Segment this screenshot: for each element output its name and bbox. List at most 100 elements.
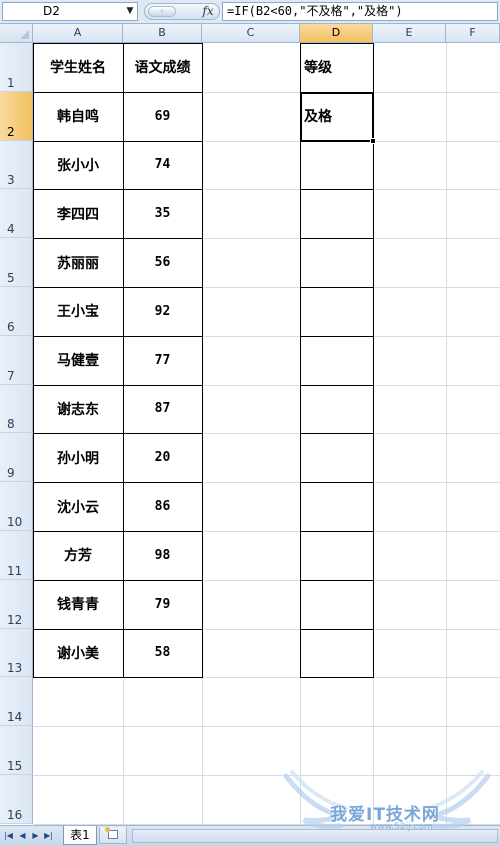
horizontal-scrollbar[interactable] (132, 829, 498, 843)
selected-cell-d2[interactable] (300, 91, 374, 142)
insert-function-icon[interactable]: fx (199, 3, 217, 20)
next-sheet-icon[interactable]: ▶ (30, 830, 41, 842)
sheet-tab-active[interactable]: 表1 (63, 826, 97, 845)
prev-sheet-icon[interactable]: ◀ (17, 830, 28, 842)
gridline-horizontal (33, 726, 500, 728)
row-header-16[interactable]: 16 (0, 775, 33, 824)
score-cell[interactable]: 74 (123, 141, 202, 190)
row-number: 11 (7, 563, 23, 578)
grade-cell[interactable] (300, 238, 373, 287)
dots-icon: ◦ (148, 6, 176, 17)
student-name-cell[interactable]: 方芳 (33, 531, 123, 580)
column-header-d[interactable]: D (300, 24, 373, 43)
name-box[interactable]: D2 ▼ (2, 2, 138, 21)
student-name-cell[interactable]: 张小小 (33, 141, 123, 190)
row-number: 13 (7, 661, 23, 676)
column-header-a[interactable]: A (33, 24, 123, 43)
score-cell[interactable]: 87 (123, 385, 202, 434)
row-number: 9 (7, 466, 15, 481)
row-header-5[interactable]: 5 (0, 238, 33, 287)
score-cell[interactable]: 69 (123, 92, 202, 141)
grade-cell[interactable] (300, 531, 373, 580)
gridline-horizontal (33, 677, 500, 679)
row-number: 16 (7, 807, 23, 822)
column-header-c[interactable]: C (202, 24, 300, 43)
row-number: 7 (7, 368, 15, 383)
grade-cell[interactable] (300, 580, 373, 629)
score-cell[interactable]: 35 (123, 189, 202, 238)
row-header-7[interactable]: 7 (0, 335, 33, 385)
select-all-corner[interactable] (0, 24, 33, 43)
insert-sheet-button[interactable] (99, 827, 127, 844)
student-name-cell[interactable]: 谢志东 (33, 385, 123, 434)
student-name-cell[interactable]: 孙小明 (33, 433, 123, 482)
header-student-name[interactable]: 学生姓名 (33, 43, 123, 92)
row-header-8[interactable]: 8 (0, 384, 33, 434)
student-name-cell[interactable]: 沈小云 (33, 482, 123, 531)
student-name-cell[interactable]: 王小宝 (33, 287, 123, 336)
new-sheet-icon (105, 827, 118, 839)
student-name-cell[interactable]: 马健壹 (33, 336, 123, 385)
grade-cell[interactable] (300, 629, 373, 678)
grade-cell[interactable] (300, 336, 373, 385)
row-number: 5 (7, 270, 15, 285)
student-name-cell[interactable]: 谢小美 (33, 629, 123, 678)
first-sheet-icon[interactable]: |◀ (3, 830, 14, 842)
grade-cell[interactable] (300, 433, 373, 482)
score-cell[interactable]: 86 (123, 482, 202, 531)
row-header-4[interactable]: 4 (0, 189, 33, 239)
grade-cell[interactable] (300, 385, 373, 434)
formula-bar: D2 ▼ ◦ fx =IF(B2<60,"不及格","及格") (0, 0, 500, 24)
row-header-11[interactable]: 11 (0, 531, 33, 580)
watermark-text: 我爱IT技术网 (330, 805, 440, 825)
score-cell[interactable]: 56 (123, 238, 202, 287)
name-box-value: D2 (43, 4, 60, 18)
row-number: 12 (7, 612, 23, 627)
row-header-15[interactable]: 15 (0, 726, 33, 775)
column-header-e[interactable]: E (373, 24, 446, 43)
column-header-f[interactable]: F (446, 24, 500, 43)
student-name-cell[interactable]: 钱青青 (33, 580, 123, 629)
score-cell[interactable]: 92 (123, 287, 202, 336)
row-number: 3 (7, 173, 15, 188)
row-number: 4 (7, 222, 15, 237)
row-number: 15 (7, 758, 23, 773)
row-header-10[interactable]: 10 (0, 482, 33, 531)
row-header-9[interactable]: 9 (0, 433, 33, 483)
row-header-13[interactable]: 13 (0, 628, 33, 678)
header-chinese-score[interactable]: 语文成绩 (123, 43, 202, 92)
fill-handle[interactable] (370, 137, 376, 144)
score-cell[interactable]: 77 (123, 336, 202, 385)
student-name-cell[interactable]: 苏丽丽 (33, 238, 123, 287)
row-header-12[interactable]: 12 (0, 579, 33, 629)
gridline-horizontal (33, 775, 500, 776)
row-number: 14 (7, 710, 23, 725)
formula-input[interactable]: =IF(B2<60,"不及格","及格") (222, 2, 498, 21)
grade-cell[interactable] (300, 287, 373, 336)
row-header-6[interactable]: 6 (0, 287, 33, 336)
grade-cell[interactable] (300, 482, 373, 531)
row-header-1[interactable]: 1 (0, 43, 33, 92)
select-all-icon (20, 30, 29, 39)
grade-cell[interactable] (300, 189, 373, 238)
row-number: 2 (7, 124, 15, 139)
last-sheet-icon[interactable]: ▶| (43, 830, 54, 842)
column-header-b[interactable]: B (123, 24, 202, 43)
row-number: 6 (7, 319, 15, 334)
row-header-3[interactable]: 3 (0, 140, 33, 190)
score-cell[interactable]: 58 (123, 629, 202, 678)
score-cell[interactable]: 98 (123, 531, 202, 580)
row-number: 8 (7, 417, 15, 432)
row-number: 1 (7, 75, 15, 90)
grade-cell[interactable] (300, 141, 373, 190)
row-header-14[interactable]: 14 (0, 677, 33, 727)
chevron-down-icon[interactable]: ▼ (125, 3, 135, 20)
score-cell[interactable]: 20 (123, 433, 202, 482)
sheet-tab-bar: |◀ ◀ ▶ ▶| 表1 (0, 825, 500, 846)
header-grade[interactable]: 等级 (300, 43, 373, 92)
student-name-cell[interactable]: 李四四 (33, 189, 123, 238)
row-header-2[interactable]: 2 (0, 91, 33, 141)
student-name-cell[interactable]: 韩自鸣 (33, 92, 123, 141)
row-number: 10 (7, 514, 23, 529)
score-cell[interactable]: 79 (123, 580, 202, 629)
